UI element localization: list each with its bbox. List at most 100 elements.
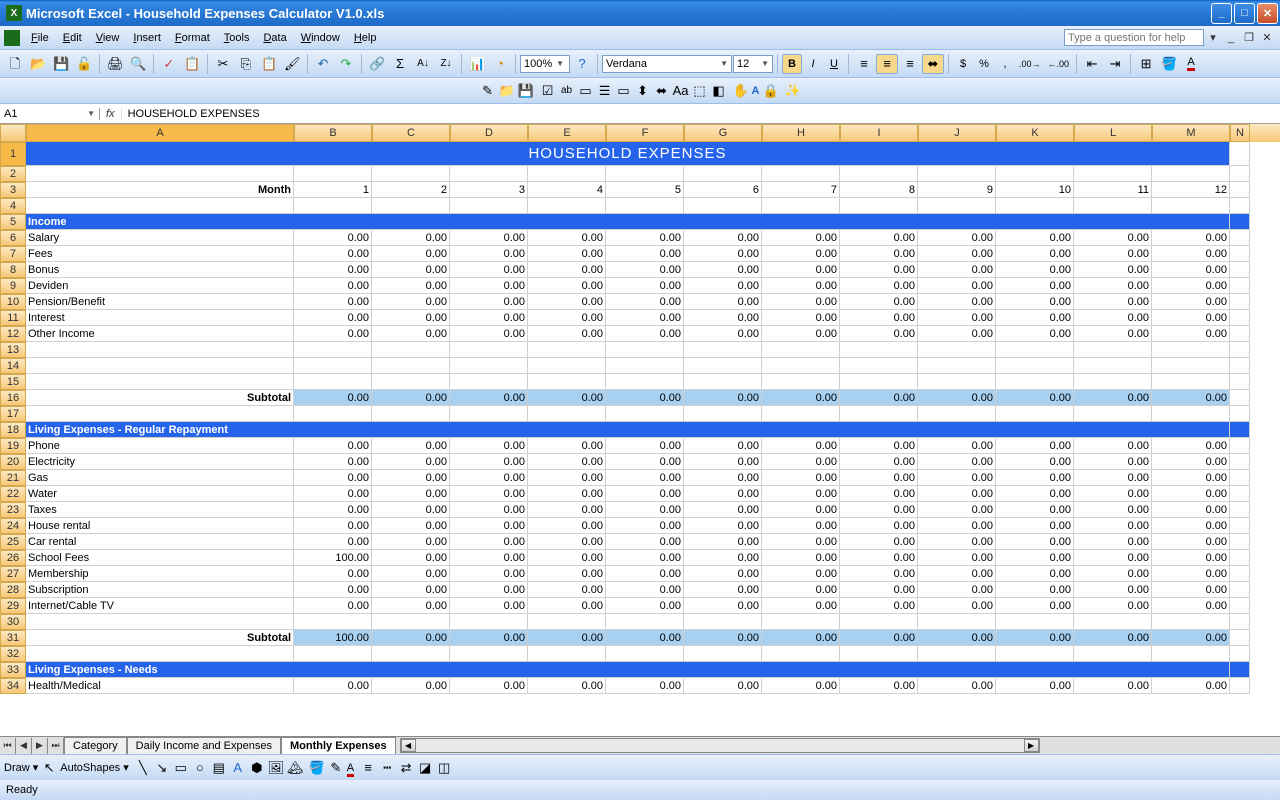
cell[interactable] xyxy=(528,166,606,182)
cell[interactable] xyxy=(996,166,1074,182)
cell[interactable]: 0.00 xyxy=(294,502,372,518)
cell[interactable]: 0.00 xyxy=(684,534,762,550)
help-dropdown-icon[interactable]: ▾ xyxy=(1206,31,1220,45)
cell[interactable]: 0.00 xyxy=(294,310,372,326)
cell[interactable]: 0.00 xyxy=(918,294,996,310)
maximize-button[interactable]: □ xyxy=(1234,3,1255,24)
font-name-select[interactable]: Verdana▼ xyxy=(602,55,732,73)
autosum-button[interactable]: Σ xyxy=(389,54,411,74)
row-header-33[interactable]: 33 xyxy=(0,662,26,678)
cell[interactable] xyxy=(684,646,762,662)
cell[interactable]: 0.00 xyxy=(762,438,840,454)
cell[interactable]: 0.00 xyxy=(450,310,528,326)
cell[interactable]: 9 xyxy=(918,182,996,198)
cell[interactable] xyxy=(762,374,840,390)
cell[interactable]: 0.00 xyxy=(450,582,528,598)
row-header-27[interactable]: 27 xyxy=(0,566,26,582)
cell[interactable]: 0.00 xyxy=(762,678,840,694)
row-header-6[interactable]: 6 xyxy=(0,230,26,246)
cell[interactable]: 0.00 xyxy=(372,630,450,646)
cell[interactable] xyxy=(1230,310,1250,326)
row-header-18[interactable]: 18 xyxy=(0,422,26,438)
cell[interactable]: 0.00 xyxy=(606,486,684,502)
arrow-style-button[interactable]: ⇄ xyxy=(398,760,414,776)
menu-edit[interactable]: Edit xyxy=(56,30,89,46)
cell[interactable]: 0.00 xyxy=(528,230,606,246)
cell[interactable] xyxy=(1152,342,1230,358)
cell[interactable] xyxy=(1230,358,1250,374)
cell[interactable]: Fees xyxy=(26,246,294,262)
cell[interactable] xyxy=(1230,598,1250,614)
cell[interactable]: 0.00 xyxy=(840,486,918,502)
cell[interactable]: 0.00 xyxy=(1152,246,1230,262)
draw-menu-button[interactable]: Draw ▾ xyxy=(4,761,38,774)
cell[interactable] xyxy=(840,646,918,662)
cell[interactable]: House rental xyxy=(26,518,294,534)
cell[interactable]: Phone xyxy=(26,438,294,454)
cell[interactable]: 0.00 xyxy=(450,566,528,582)
cell[interactable]: 0.00 xyxy=(996,534,1074,550)
cell[interactable] xyxy=(840,374,918,390)
cell[interactable]: 0.00 xyxy=(294,294,372,310)
cell[interactable]: 0.00 xyxy=(528,438,606,454)
cell[interactable]: 0.00 xyxy=(1074,262,1152,278)
cell[interactable]: 0.00 xyxy=(918,278,996,294)
cell[interactable]: 0.00 xyxy=(372,598,450,614)
cell[interactable] xyxy=(918,646,996,662)
column-header-F[interactable]: F xyxy=(606,124,684,142)
cell[interactable] xyxy=(1230,406,1250,422)
cell[interactable]: 0.00 xyxy=(762,246,840,262)
row-header-4[interactable]: 4 xyxy=(0,198,26,214)
cell[interactable] xyxy=(372,406,450,422)
cell[interactable]: 0.00 xyxy=(918,582,996,598)
cell[interactable] xyxy=(1230,470,1250,486)
cell[interactable] xyxy=(606,166,684,182)
cell[interactable]: 0.00 xyxy=(606,454,684,470)
cell[interactable] xyxy=(1230,438,1250,454)
clipart-button[interactable]: 🖼 xyxy=(268,760,284,776)
cell[interactable] xyxy=(372,646,450,662)
cut-button[interactable]: ✂ xyxy=(212,54,234,74)
cell[interactable]: 0.00 xyxy=(528,470,606,486)
cell[interactable]: 0.00 xyxy=(840,502,918,518)
cell[interactable]: 0.00 xyxy=(1152,230,1230,246)
cell[interactable]: 0.00 xyxy=(372,230,450,246)
menu-help[interactable]: Help xyxy=(347,30,384,46)
cell[interactable] xyxy=(684,342,762,358)
column-header-K[interactable]: K xyxy=(996,124,1074,142)
cell[interactable]: 6 xyxy=(684,182,762,198)
cell[interactable]: 0.00 xyxy=(606,294,684,310)
cell[interactable]: 0.00 xyxy=(840,246,918,262)
row-header-32[interactable]: 32 xyxy=(0,646,26,662)
cell[interactable]: 0.00 xyxy=(762,310,840,326)
cell[interactable]: Pension/Benefit xyxy=(26,294,294,310)
cell[interactable]: 0.00 xyxy=(762,262,840,278)
row-header-2[interactable]: 2 xyxy=(0,166,26,182)
cell[interactable] xyxy=(1230,566,1250,582)
cell[interactable]: 0.00 xyxy=(840,230,918,246)
cell[interactable]: 0.00 xyxy=(684,518,762,534)
cell[interactable]: 0.00 xyxy=(294,326,372,342)
cell[interactable]: 0.00 xyxy=(450,246,528,262)
cell[interactable]: 0.00 xyxy=(372,326,450,342)
minimize-button[interactable]: _ xyxy=(1211,3,1232,24)
cell[interactable]: 0.00 xyxy=(996,390,1074,406)
bold-button[interactable]: B xyxy=(782,54,802,74)
cell[interactable]: 0.00 xyxy=(996,230,1074,246)
column-header-G[interactable]: G xyxy=(684,124,762,142)
cell[interactable]: 0.00 xyxy=(1074,390,1152,406)
row-header-10[interactable]: 10 xyxy=(0,294,26,310)
row-header-21[interactable]: 21 xyxy=(0,470,26,486)
cell[interactable]: 0.00 xyxy=(996,582,1074,598)
picture-button[interactable]: 🏔 xyxy=(287,760,303,776)
cell[interactable] xyxy=(1152,198,1230,214)
cell[interactable]: 0.00 xyxy=(918,502,996,518)
cell[interactable]: Bonus xyxy=(26,262,294,278)
cell[interactable] xyxy=(1230,502,1250,518)
form-save-button[interactable]: 💾 xyxy=(518,83,534,99)
decrease-decimal-button[interactable]: ←.00 xyxy=(1045,54,1073,74)
cell[interactable]: 0.00 xyxy=(840,454,918,470)
cell[interactable] xyxy=(918,374,996,390)
cell[interactable] xyxy=(294,342,372,358)
cell[interactable]: 0.00 xyxy=(606,470,684,486)
